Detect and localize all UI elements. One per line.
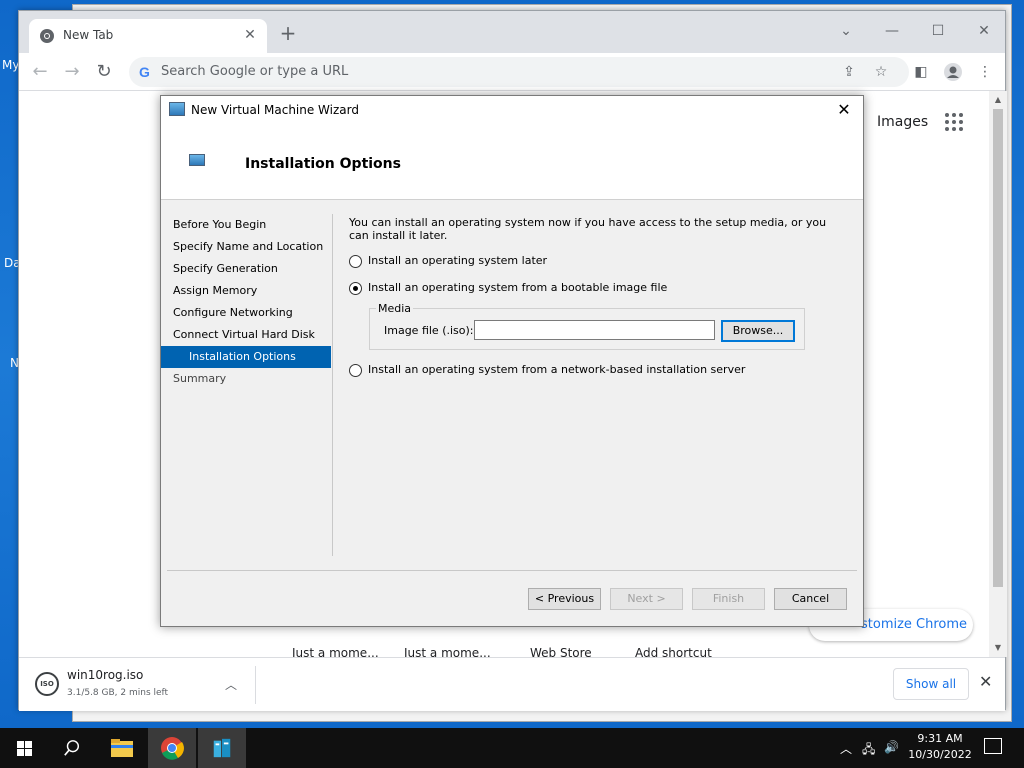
scroll-thumb[interactable] <box>993 109 1003 587</box>
show-all-button[interactable]: Show all <box>893 668 969 700</box>
next-button[interactable]: Next > <box>610 588 683 610</box>
wizard-header: Installation Options <box>161 124 863 200</box>
vm-app-icon <box>169 102 185 116</box>
iso-field-label: Image file (.iso): <box>384 324 474 337</box>
step-summary[interactable]: Summary <box>161 368 331 390</box>
images-link[interactable]: Images <box>877 114 928 130</box>
step-installation-options[interactable]: Installation Options <box>161 346 331 368</box>
browse-button[interactable]: Browse... <box>721 320 795 342</box>
option-label: Install an operating system from a netwo… <box>368 363 746 376</box>
scroll-down-icon[interactable]: ▼ <box>993 643 1003 653</box>
step-specify-generation[interactable]: Specify Generation <box>161 258 331 280</box>
file-explorer-icon[interactable] <box>98 728 146 768</box>
previous-button[interactable]: < Previous <box>528 588 601 610</box>
new-tab-plus-icon[interactable]: + <box>277 23 299 45</box>
tab-strip: New Tab ✕ + ⌄ — ☐ ✕ <box>19 11 1005 53</box>
radio-button-selected[interactable] <box>349 281 362 295</box>
chrome-taskbar-icon[interactable] <box>148 728 196 768</box>
system-clock[interactable]: 9:31 AM 10/30/2022 <box>905 731 975 763</box>
omnibox-placeholder: Search Google or type a URL <box>161 64 349 79</box>
page-title: Installation Options <box>245 156 401 172</box>
divider <box>332 214 333 556</box>
wizard-window-title: New Virtual Machine Wizard <box>191 103 359 117</box>
divider <box>167 570 857 571</box>
clock-date: 10/30/2022 <box>908 748 972 761</box>
share-icon[interactable]: ⇪ <box>839 62 859 82</box>
radio-button[interactable] <box>349 363 362 377</box>
chevron-up-icon[interactable]: ︿ <box>225 676 237 693</box>
show-hidden-icons-chevron-icon[interactable]: ︿ <box>840 740 852 757</box>
scroll-up-icon[interactable]: ▲ <box>993 95 1003 105</box>
download-status: 3.1/5.8 GB, 2 mins left <box>67 688 169 698</box>
wizard-steps-nav: Before You Begin Specify Name and Locati… <box>161 214 331 390</box>
step-assign-memory[interactable]: Assign Memory <box>161 280 331 302</box>
omnibox[interactable]: G Search Google or type a URL ⇪ ☆ <box>129 57 909 87</box>
vm-monitor-icon <box>189 154 205 166</box>
close-icon[interactable]: ✕ <box>833 99 855 121</box>
start-button[interactable] <box>0 728 48 768</box>
volume-icon[interactable]: 🔊 <box>884 740 899 754</box>
maximize-icon[interactable]: ☐ <box>923 17 953 45</box>
new-vm-wizard-dialog: New Virtual Machine Wizard ✕ Installatio… <box>160 95 864 627</box>
step-configure-networking[interactable]: Configure Networking <box>161 302 331 324</box>
notifications-icon[interactable] <box>984 738 1002 754</box>
side-panel-icon[interactable]: ◧ <box>911 62 931 82</box>
tab-search-chevron-icon[interactable]: ⌄ <box>831 17 861 45</box>
page-scrollbar[interactable]: ▲ ▼ <box>989 91 1007 657</box>
hyper-v-manager-icon[interactable] <box>198 728 246 768</box>
divider <box>255 666 256 704</box>
close-download-bar-icon[interactable]: ✕ <box>979 672 992 691</box>
intro-text: You can install an operating system now … <box>349 216 827 242</box>
option-install-network[interactable]: Install an operating system from a netwo… <box>349 363 745 379</box>
google-g-icon: G <box>139 64 150 80</box>
minimize-icon[interactable]: — <box>877 17 907 45</box>
radio-button[interactable] <box>349 254 362 268</box>
forward-arrow-icon[interactable]: → <box>59 59 85 85</box>
profile-avatar-icon[interactable] <box>943 62 963 82</box>
step-connect-vhd[interactable]: Connect Virtual Hard Disk <box>161 324 331 346</box>
chrome-favicon-icon <box>40 29 54 43</box>
network-icon[interactable]: 🖧 <box>862 740 875 761</box>
close-window-icon[interactable]: ✕ <box>969 17 999 45</box>
google-apps-icon[interactable] <box>945 113 965 133</box>
bookmark-star-icon[interactable]: ☆ <box>871 62 891 82</box>
desktop-icon-label[interactable]: My <box>2 58 19 72</box>
browser-toolbar: ← → ↻ G Search Google or type a URL ⇪ ☆ … <box>19 53 1005 91</box>
wizard-titlebar[interactable]: New Virtual Machine Wizard ✕ <box>161 96 863 124</box>
clock-time: 9:31 AM <box>917 732 963 745</box>
menu-kebab-icon[interactable]: ⋮ <box>975 62 995 82</box>
wizard-content: You can install an operating system now … <box>349 216 839 377</box>
search-icon[interactable] <box>48 728 96 768</box>
step-specify-name-location[interactable]: Specify Name and Location <box>161 236 331 258</box>
iso-path-input[interactable] <box>474 320 715 340</box>
option-install-later[interactable]: Install an operating system later <box>349 254 547 270</box>
windows-logo-icon <box>17 741 32 756</box>
cancel-button[interactable]: Cancel <box>774 588 847 610</box>
reload-icon[interactable]: ↻ <box>91 59 117 85</box>
download-filename[interactable]: win10rog.iso <box>67 668 143 682</box>
option-install-from-image[interactable]: Install an operating system from a boota… <box>349 281 667 297</box>
tab-title: New Tab <box>63 28 114 42</box>
option-label: Install an operating system later <box>368 254 548 267</box>
tab-new-tab[interactable]: New Tab ✕ <box>29 19 267 53</box>
finish-button[interactable]: Finish <box>692 588 765 610</box>
step-before-you-begin[interactable]: Before You Begin <box>161 214 331 236</box>
back-arrow-icon[interactable]: ← <box>27 59 53 85</box>
iso-file-icon[interactable]: ISO <box>35 672 59 696</box>
download-bar: ISO win10rog.iso 3.1/5.8 GB, 2 mins left… <box>19 657 1005 711</box>
media-groupbox: Media Image file (.iso): Browse... <box>369 302 805 350</box>
option-label: Install an operating system from a boota… <box>368 281 668 294</box>
tab-close-icon[interactable]: ✕ <box>241 26 259 44</box>
taskbar: ︿ 🖧 🔊 9:31 AM 10/30/2022 <box>0 728 1024 768</box>
media-legend: Media <box>376 302 414 315</box>
